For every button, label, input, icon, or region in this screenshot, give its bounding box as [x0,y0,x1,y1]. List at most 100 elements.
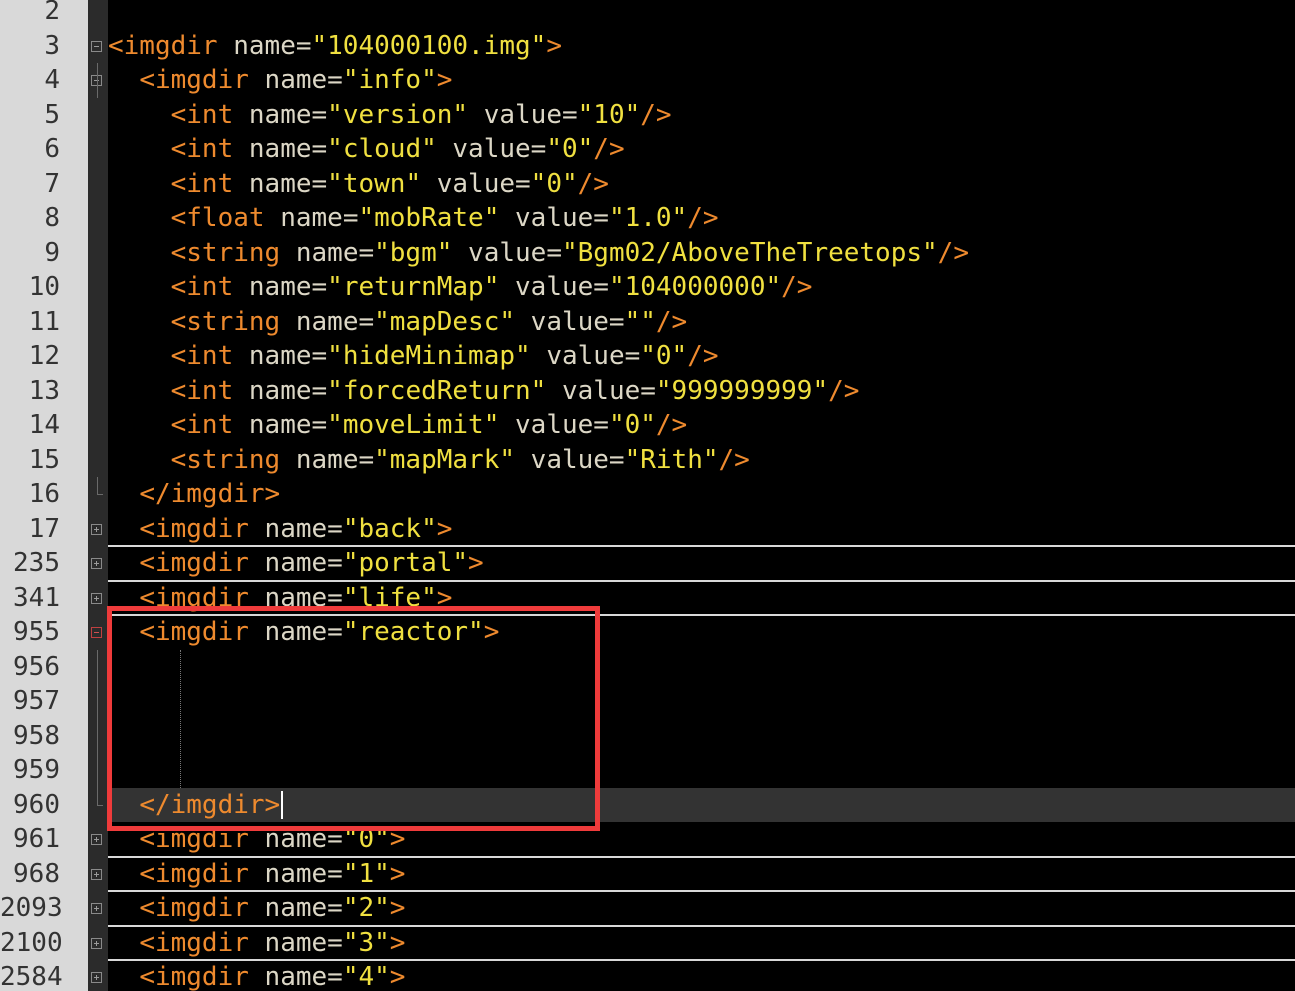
syntax-token-tag: /> [937,237,969,268]
syntax-token-val: "0" [530,168,578,199]
syntax-token-attr: name= [233,134,328,164]
expand-fold-icon[interactable] [91,834,102,845]
line-number: 17 [28,513,60,544]
code-line[interactable] [108,0,1295,29]
syntax-token-tag: <imgdir [139,858,249,889]
syntax-token-tag: /> [655,410,688,440]
syntax-token-tag: /> [718,444,750,475]
fold-end-marker [97,804,103,806]
fold-tree-line [97,684,98,719]
syntax-token-tag: <imgdir [139,65,249,95]
line-number: 959 [13,755,60,785]
code-line[interactable]: <int name="version" value="10"/> [108,98,1295,133]
code-editor[interactable]: 2 3 4 5 6 7 8 9 10 11 12 13 14 15 16 17 235 341 955 956 957 9… [0,0,1295,991]
syntax-token-tag: <int [170,375,234,406]
syntax-token-val: "0" [640,341,688,371]
code-line[interactable]: <imgdir name="104000100.img"> [108,29,1295,64]
code-line[interactable]: <string name="mapDesc" value=""/> [108,305,1295,340]
code-line[interactable]: <int name="town" value="0"/> [108,167,1295,202]
line-number: 961 [13,824,60,854]
syntax-token-val: "104000100.img" [311,30,547,61]
syntax-token-tag: <string [170,306,281,337]
syntax-token-attr: name= [233,410,328,440]
syntax-token-tag: /> [781,272,813,302]
syntax-token-attr: value= [436,134,547,164]
code-area[interactable]: <imgdir name="104000100.img"> <imgdir na… [108,0,1295,991]
fold-tree-line [97,753,98,788]
line-number: 8 [44,203,60,233]
syntax-token-val: "1" [342,858,390,889]
line-number: 10 [28,272,60,302]
syntax-token-attr: name= [248,893,343,923]
code-line[interactable]: <imgdir name="back"> [108,512,1295,547]
code-line[interactable]: <imgdir name="reactor"> [108,615,1295,650]
code-line[interactable] [108,684,1295,719]
syntax-token-tag: <int [170,410,234,440]
syntax-token-val: "moveLimit" [327,410,500,440]
syntax-token-val: "Rith" [624,444,719,475]
syntax-token-attr: name= [248,617,343,647]
syntax-token-tag: /> [687,341,719,371]
syntax-token-attr: name= [248,927,343,958]
code-line[interactable]: <string name="bgm" value="Bgm02/AboveThe… [108,236,1295,271]
code-line[interactable]: <int name="hideMinimap" value="0"/> [108,339,1295,374]
syntax-token-tag: /> [828,375,860,406]
syntax-token-tag: /> [640,99,672,130]
code-line[interactable]: <imgdir name="0"> [108,822,1295,857]
syntax-token-tag: > [483,617,500,647]
syntax-token-val: "cloud" [327,134,437,164]
collapse-fold-icon[interactable] [91,40,102,52]
syntax-token-val: "4" [342,962,390,991]
code-line[interactable]: <float name="mobRate" value="1.0"/> [108,201,1295,236]
syntax-token-tag: /> [655,306,688,337]
syntax-token-attr: name= [233,272,328,302]
code-line[interactable]: <imgdir name="3"> [108,926,1295,961]
syntax-token-tag: > [468,548,484,578]
syntax-token-val: "999999999" [655,375,829,406]
code-line[interactable]: <int name="cloud" value="0"/> [108,132,1295,167]
syntax-token-val: "104000000" [608,272,782,302]
line-number: 3 [44,30,60,61]
code-line[interactable] [108,719,1295,754]
syntax-token-tag: > [389,824,406,854]
syntax-token-attr: name= [233,375,328,406]
code-line[interactable]: <imgdir name="1"> [108,857,1295,892]
syntax-token-attr: value= [421,168,531,199]
syntax-token-attr: name= [233,341,328,371]
code-line[interactable]: <imgdir name="life"> [108,581,1295,616]
code-line[interactable] [108,753,1295,788]
expand-fold-icon[interactable] [91,592,102,604]
syntax-token-tag: > [389,927,406,958]
code-line[interactable]: <int name="forcedReturn" value="99999999… [108,374,1295,409]
code-line[interactable]: </imgdir> [108,477,1295,512]
code-line[interactable]: <int name="moveLimit" value="0"/> [108,408,1295,443]
code-line[interactable]: <string name="mapMark" value="Rith"/> [108,443,1295,478]
code-line[interactable]: <imgdir name="info"> [108,63,1295,98]
line-number: 2093 [0,893,63,923]
line-number: 11 [28,306,60,337]
expand-fold-icon[interactable] [91,937,102,949]
syntax-token-attr: value= [499,272,609,302]
current-code-line[interactable]: </imgdir> [108,787,1295,822]
line-number: 9 [44,237,60,268]
line-number: 968 [13,858,60,889]
line-number: 14 [28,410,60,440]
collapse-fold-icon[interactable] [91,627,102,638]
expand-fold-icon[interactable] [91,868,102,880]
expand-fold-icon[interactable] [91,523,102,535]
syntax-token-tag: <float [170,203,265,233]
code-line[interactable]: <int name="returnMap" value="104000000"/… [108,270,1295,305]
line-number: 13 [28,375,60,406]
line-number: 7 [44,168,60,199]
expand-fold-icon[interactable] [91,903,102,914]
code-line[interactable]: <imgdir name="portal"> [108,546,1295,581]
syntax-token-attr: name= [280,444,375,475]
syntax-token-tag: /> [577,168,609,199]
code-line[interactable]: <imgdir name="2"> [108,891,1295,926]
syntax-token-val: "portal" [342,548,469,578]
code-line[interactable]: <imgdir name="4"> [108,960,1295,991]
expand-fold-icon[interactable] [91,558,102,569]
expand-fold-icon[interactable] [91,972,102,983]
syntax-token-tag: <imgdir [139,893,249,923]
code-line[interactable] [108,650,1295,685]
